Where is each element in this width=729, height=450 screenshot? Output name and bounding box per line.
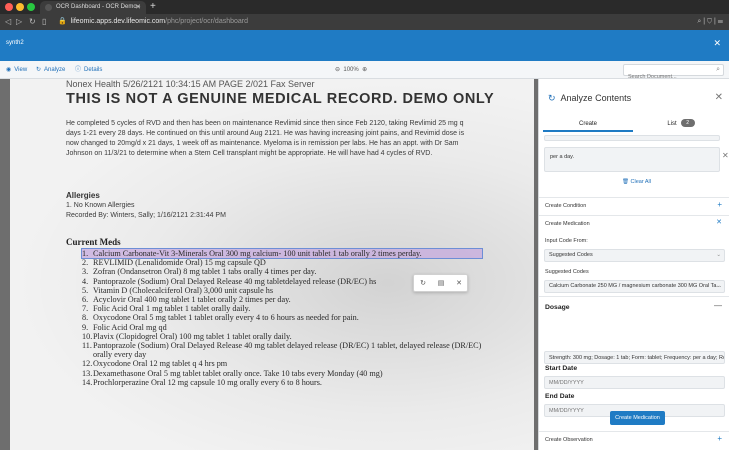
zoom-controls: ⊖ 100% ⊕ <box>335 61 367 79</box>
zoom-in-icon[interactable]: ⊕ <box>362 67 367 73</box>
medication-item[interactable]: 2. REVLIMID (Lenalidomide Oral) 15 mg cap… <box>82 258 482 267</box>
input-code-from-label: Input Code From: <box>545 238 588 244</box>
analyze-icon: ↻ <box>36 67 42 73</box>
analyze-icon: ↻ <box>548 93 556 103</box>
browser-tab[interactable]: OCR Dashboard - OCR Demo - ✕ <box>40 1 146 14</box>
maximize-window-dot[interactable] <box>27 3 35 11</box>
address-bar-icons: ⌕ | ⛉ | ☰ <box>697 18 723 25</box>
favicon-icon <box>45 4 52 11</box>
close-tab-icon[interactable]: ✕ <box>135 1 141 14</box>
medication-item[interactable]: 10. Plavix (Clopidogrel Oral) 100 mg tabl… <box>82 332 482 341</box>
analyze-button[interactable]: ↻ Analyze <box>36 61 65 79</box>
forward-icon[interactable]: ▷ <box>16 15 22 29</box>
remove-note-icon[interactable]: ✕ <box>722 151 729 160</box>
add-icon[interactable]: + <box>717 200 722 209</box>
previous-note-field[interactable] <box>544 135 720 141</box>
trash-icon: 🗑 <box>622 179 629 185</box>
document-page: Nonex Health 5/26/2121 10:34:15 AM PAGE … <box>10 79 534 450</box>
medication-list: 1. Calcium Carbonate-Vit 3-Minerals Oral … <box>81 247 483 387</box>
suggested-codes-select[interactable]: Calcium Carbonate 250 MG / magnesium car… <box>544 280 725 293</box>
dosage-field[interactable] <box>544 351 725 364</box>
input-code-from-select[interactable]: Suggested Codes ⌄ <box>544 249 725 262</box>
zoom-search-icon[interactable]: ⌕ <box>697 18 701 25</box>
browser-tab-title: OCR Dashboard - OCR Demo - <box>56 4 141 10</box>
selection-popover: ↻ ▤ ✕ <box>413 274 468 292</box>
start-date-label: Start Date <box>545 365 578 372</box>
add-icon[interactable]: + <box>717 434 722 443</box>
document-toolbar: ◉View ↻Analyze ⓘDetails ⊖ 100% ⊕ ⌕ <box>0 61 729 82</box>
chevron-down-icon: ⌄ <box>716 283 721 289</box>
document-title: THIS IS NOT A GENUINE MEDICAL RECORD. DE… <box>66 91 495 107</box>
lock-icon: 🔒 <box>58 18 67 25</box>
view-button[interactable]: ◉ View <box>6 61 27 79</box>
chevron-down-icon: ⌄ <box>716 252 721 258</box>
tab-list[interactable]: List 2 <box>636 118 726 132</box>
medication-item[interactable]: 8. Oxycodone Oral 5 mg tablet 1 tablet or… <box>82 313 482 322</box>
allergies-heading: Allergies <box>66 191 100 200</box>
medication-item[interactable]: 9. Folic Acid Oral mg qd <box>82 323 482 332</box>
close-icon[interactable]: ✕ <box>713 38 721 49</box>
eye-icon: ◉ <box>6 67 12 73</box>
fax-header: Nonex Health 5/26/2121 10:34:15 AM PAGE … <box>66 79 315 89</box>
address-bar: ◁ ▷ ↻ ▯ 🔒 lifeomic.apps.dev.lifeomic.com/… <box>0 14 729 30</box>
history-paragraph: He completed 5 cycles of RVD and then ha… <box>66 120 465 157</box>
zoom-out-icon[interactable]: ⊖ <box>335 67 340 73</box>
collapse-icon[interactable]: — <box>714 301 722 310</box>
close-window-dot[interactable] <box>5 3 13 11</box>
search-icon[interactable]: ⌕ <box>716 65 720 75</box>
list-count-badge: 2 <box>680 119 695 128</box>
panel-tabs: Create List 2 <box>539 118 729 132</box>
create-medication-button[interactable]: Create Medication <box>610 411 665 425</box>
minimize-window-dot[interactable] <box>16 3 24 11</box>
copy-icon[interactable]: ▤ <box>432 275 450 292</box>
medication-item[interactable]: 11. Pantoprazole (Sodium) Oral Delayed Re… <box>82 341 482 359</box>
create-observation-row[interactable]: Create Observation + <box>539 431 729 450</box>
clear-all-button[interactable]: 🗑 Clear All <box>622 179 651 185</box>
url-path: /phc/project/ocr/dashboard <box>165 18 249 25</box>
browser-tab-bar: OCR Dashboard - OCR Demo - ✕ + <box>0 0 729 14</box>
url-field[interactable]: 🔒 lifeomic.apps.dev.lifeomic.com/phc/proj… <box>58 15 248 29</box>
app-header: synth2 ✕ <box>0 30 729 61</box>
note-field[interactable]: per a day. <box>544 147 720 172</box>
end-date-label: End Date <box>545 393 575 400</box>
current-meds-heading: Current Meds <box>66 237 121 247</box>
medication-item[interactable]: 7. Folic Acid Oral 1 mg tablet 1 tablet o… <box>82 304 482 313</box>
reload-icon[interactable]: ↻ <box>29 15 36 29</box>
suggested-codes-label: Suggested Codes <box>545 269 589 275</box>
info-icon: ⓘ <box>75 67 82 73</box>
analyze-selection-icon[interactable]: ↻ <box>414 275 432 292</box>
panel-title: ↻ Analyze Contents <box>548 93 632 103</box>
medication-item[interactable]: 1. Calcium Carbonate-Vit 3-Minerals Oral … <box>81 247 483 260</box>
back-icon[interactable]: ◁ <box>5 15 11 29</box>
recorded-by: Recorded By: Winters, Sally; 1/16/2121 2… <box>66 212 226 219</box>
new-tab-button[interactable]: + <box>150 0 156 14</box>
dosage-label: Dosage <box>545 304 570 311</box>
start-date-input[interactable] <box>544 376 725 389</box>
tab-create[interactable]: Create <box>543 118 633 132</box>
create-medication-row[interactable]: Create Medication ✕ <box>539 215 729 232</box>
create-condition-row[interactable]: Create Condition + <box>539 197 729 214</box>
app-title: synth2 <box>6 40 24 46</box>
medication-item[interactable]: 13. Dexamethasone Oral 5 mg tablet tablet… <box>82 369 482 378</box>
close-icon[interactable]: ✕ <box>716 218 722 226</box>
dosage-section: Dosage — <box>539 296 729 318</box>
shield-icon[interactable]: ⛉ <box>707 18 712 25</box>
analyze-panel: ↻ Analyze Contents ✕ Create List 2 per a d… <box>538 79 729 450</box>
medication-item[interactable]: 14. Prochlorperazine Oral 12 mg capsule 1… <box>82 378 482 387</box>
zoom-level: 100% <box>343 67 359 73</box>
url-domain: lifeomic.apps.dev.lifeomic.com <box>70 18 166 25</box>
close-icon[interactable]: ✕ <box>450 275 468 292</box>
medication-item[interactable]: 6. Acyclovir Oral 400 mg tablet 1 tablet … <box>82 295 482 304</box>
search-box: ⌕ <box>623 64 724 82</box>
document-viewer[interactable]: Nonex Health 5/26/2121 10:34:15 AM PAGE … <box>0 79 538 450</box>
screen: OCR Dashboard - OCR Demo - ✕ + ◁ ▷ ↻ ▯ 🔒… <box>0 0 729 450</box>
allergies-item: 1. No Known Allergies <box>66 202 135 209</box>
details-button[interactable]: ⓘ Details <box>75 61 102 79</box>
medication-item[interactable]: 12. Oxycodone Oral 12 mg tablet q 4 hrs p… <box>82 359 482 368</box>
close-panel-icon[interactable]: ✕ <box>715 92 723 103</box>
menu-icon[interactable]: ☰ <box>718 18 723 25</box>
bookmark-icon[interactable]: ▯ <box>42 15 46 29</box>
